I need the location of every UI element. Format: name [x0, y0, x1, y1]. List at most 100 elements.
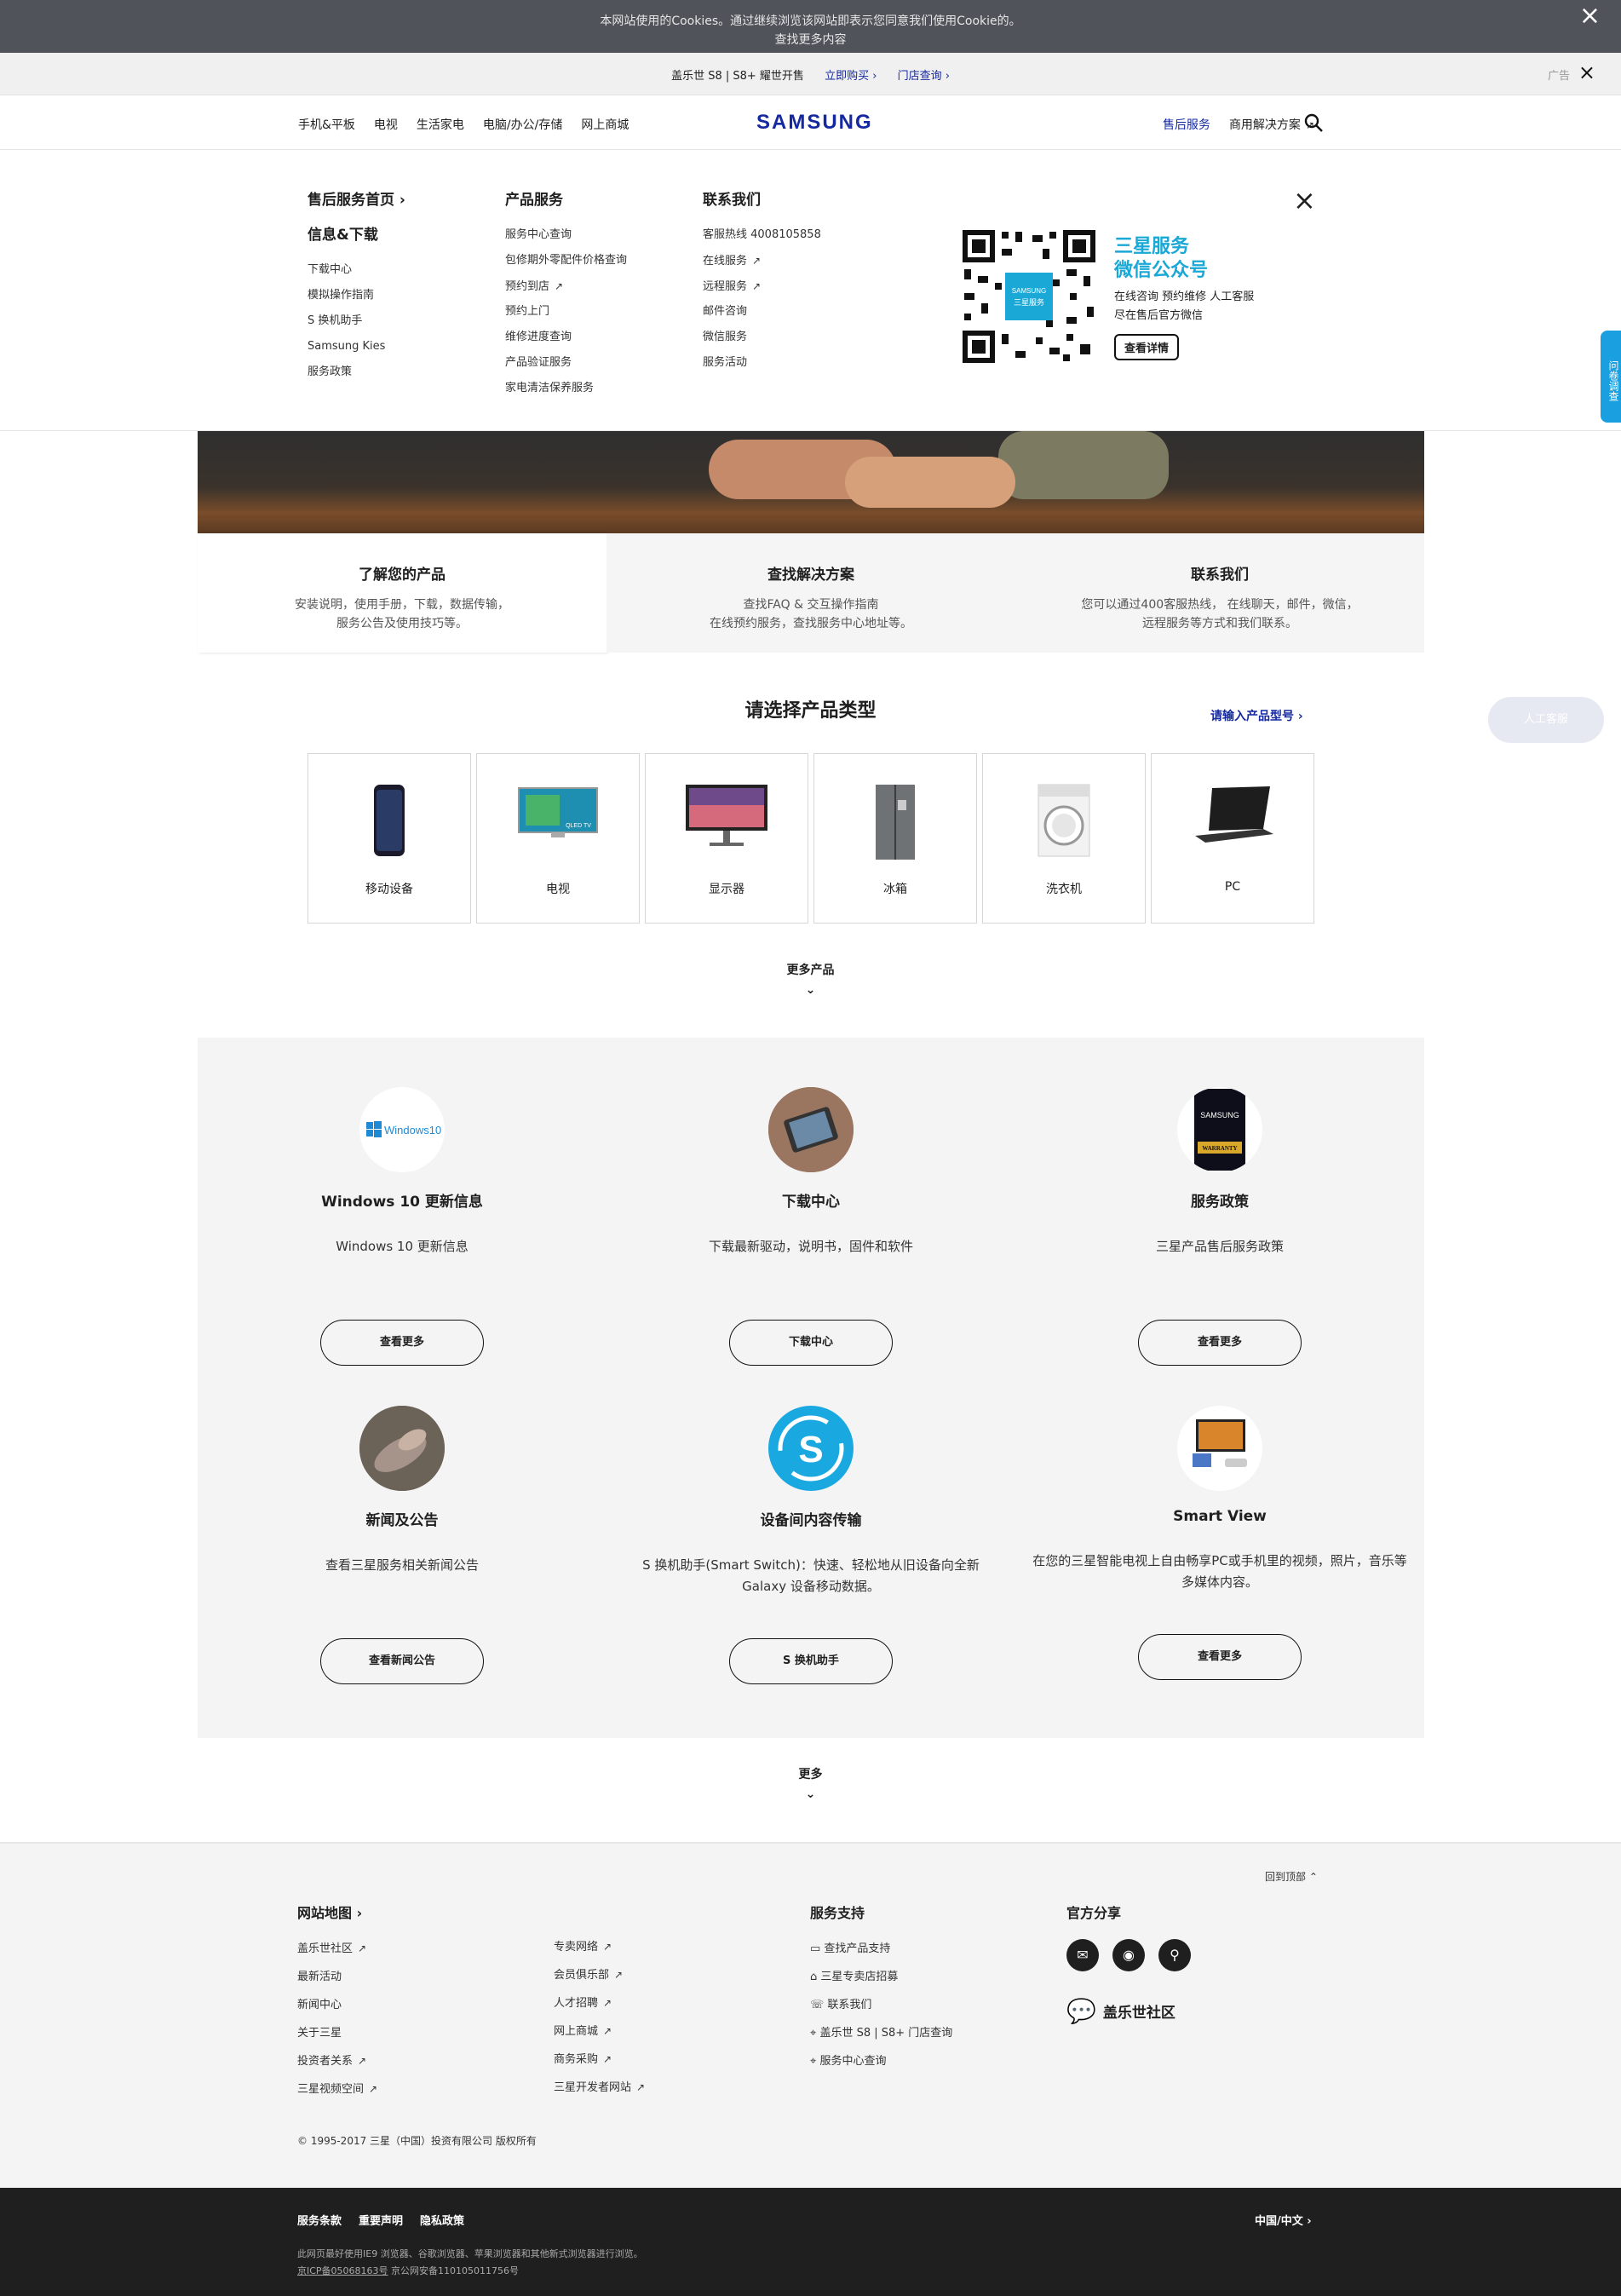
nav-item-appliances[interactable]: 生活家电: [417, 116, 464, 133]
product-pc[interactable]: PC: [1151, 753, 1314, 924]
support-home-link[interactable]: 售后服务首页 ›: [308, 187, 405, 209]
menu-heading: 产品服务: [505, 192, 563, 209]
sitemap-link[interactable]: 网站地图 ›: [297, 1902, 377, 1922]
view-more-button[interactable]: 查看更多: [1138, 1320, 1302, 1366]
menu-item[interactable]: 服务活动: [703, 350, 821, 376]
copyright: © 1995-2017 三星（中国）投资有限公司 版权所有: [297, 2135, 537, 2147]
product-grid: 移动设备 QLED TV 电视 显示器 冰箱 洗衣机 PC: [308, 753, 1314, 924]
footer-link[interactable]: 关于三星: [297, 2023, 377, 2051]
menu-item[interactable]: 产品验证服务: [505, 350, 627, 376]
laptop-icon: [1195, 786, 1273, 843]
region-selector[interactable]: 中国/中文 ›: [1255, 2212, 1312, 2228]
footer-link[interactable]: 新闻中心: [297, 1995, 377, 2023]
galaxy-community-link[interactable]: 💬 盖乐世社区: [1066, 1997, 1191, 2025]
footer-link[interactable]: 商务采购 ↗: [554, 2050, 645, 2078]
menu-item[interactable]: 服务中心查询: [505, 222, 627, 248]
nav-item-business[interactable]: 商用解决方案 ↗: [1229, 116, 1314, 153]
external-link-icon: ↗: [603, 2053, 612, 2065]
download-center-button[interactable]: 下载中心: [729, 1320, 893, 1366]
promo-store-link[interactable]: 门店查询 ›: [898, 70, 950, 83]
footer-link[interactable]: 三星视频空间 ↗: [297, 2080, 377, 2108]
smart-view-icon: [1177, 1406, 1262, 1491]
view-more-button[interactable]: 查看更多: [1138, 1634, 1302, 1680]
menu-item[interactable]: 服务政策: [308, 360, 405, 385]
footer-link[interactable]: 盖乐世社区 ↗: [297, 1939, 377, 1967]
disclaimer-link[interactable]: 重要声明: [359, 2212, 403, 2228]
wechat-details-button[interactable]: 查看详情: [1114, 334, 1180, 360]
product-tv[interactable]: QLED TV 电视: [476, 753, 640, 924]
menu-item[interactable]: 模拟操作指南: [308, 283, 405, 308]
nav-item-support[interactable]: 售后服务: [1162, 116, 1210, 153]
menu-item[interactable]: 下载中心: [308, 257, 405, 283]
wechat-icon[interactable]: ✉: [1066, 1939, 1099, 1971]
footer-link[interactable]: 三星开发者网站 ↗: [554, 2078, 645, 2106]
tab-contact[interactable]: 联系我们 您可以通过400客服热线， 在线聊天，邮件，微信， 远程服务等方式和我…: [1015, 533, 1424, 653]
footer-link[interactable]: 专卖网络 ↗: [554, 1937, 645, 1965]
footer-link[interactable]: ⌖ 盖乐世 S8 | S8+ 门店查询: [810, 2023, 952, 2051]
product-monitor[interactable]: 显示器: [645, 753, 808, 924]
tab-know-product[interactable]: 了解您的产品 安装说明，使用手册，下载，数据传输， 服务公告及使用技巧等。: [198, 533, 606, 653]
live-chat-button[interactable]: 人工客服: [1488, 697, 1604, 743]
icp-link[interactable]: 京ICP备05068163号: [297, 2265, 388, 2276]
terms-link[interactable]: 服务条款: [297, 2212, 342, 2228]
footer-link[interactable]: ☏ 联系我们: [810, 1995, 952, 2023]
close-icon[interactable]: ×: [1579, 3, 1601, 29]
menu-item[interactable]: Samsung Kies: [308, 334, 405, 360]
menu-item[interactable]: S 换机助手: [308, 308, 405, 334]
menu-item[interactable]: 远程服务 ↗: [703, 273, 821, 299]
menu-item[interactable]: 微信服务: [703, 325, 821, 350]
tab-find-solution[interactable]: 查找解决方案 查找FAQ & 交互操作指南 在线预约服务，查找服务中心地址等。: [606, 533, 1015, 653]
menu-item[interactable]: 在线服务 ↗: [703, 248, 821, 273]
footer-link[interactable]: 投资者关系 ↗: [297, 2051, 377, 2080]
menu-item[interactable]: 维修进度查询: [505, 325, 627, 350]
product-washer[interactable]: 洗衣机: [982, 753, 1146, 924]
menu-item[interactable]: 邮件咨询: [703, 299, 821, 325]
phone-icon: ☏: [810, 1999, 828, 2011]
menu-item[interactable]: 预约上门: [505, 299, 627, 325]
location-pin-icon: ⌖: [810, 2027, 820, 2040]
menu-item[interactable]: 包修期外零配件价格查询: [505, 248, 627, 273]
back-to-top-link[interactable]: 回到顶部 ⌃: [1265, 1869, 1318, 1884]
weibo-icon[interactable]: ◉: [1112, 1939, 1145, 1971]
card-title: 服务政策: [1191, 1194, 1249, 1211]
model-search-link[interactable]: 请输入产品型号 ›: [1210, 707, 1303, 724]
more-link[interactable]: 更多 ⌄: [0, 1765, 1621, 1801]
monitor-icon: ▭: [810, 1942, 825, 1955]
smart-switch-button[interactable]: S 换机助手: [729, 1638, 893, 1684]
cookie-more-link[interactable]: 查找更多内容: [0, 31, 1621, 49]
view-news-button[interactable]: 查看新闻公告: [320, 1638, 484, 1684]
external-link-icon: ↗: [358, 2055, 367, 2067]
survey-tab[interactable]: 问卷调查: [1601, 331, 1621, 423]
search-community-icon[interactable]: ⚲: [1158, 1939, 1191, 1971]
hero-sleeve: [998, 431, 1169, 499]
footer-link[interactable]: ⌖ 服务中心查询: [810, 2051, 952, 2080]
view-more-button[interactable]: 查看更多: [320, 1320, 484, 1366]
external-link-icon: ↗: [369, 2083, 378, 2095]
nav-item-tv[interactable]: 电视: [374, 116, 398, 133]
external-link-icon: ↗: [752, 255, 762, 267]
product-fridge[interactable]: 冰箱: [813, 753, 977, 924]
product-mobile[interactable]: 移动设备: [308, 753, 471, 924]
menu-column-contact: 联系我们 客服热线 4008105858 在线服务 ↗ 远程服务 ↗ 邮件咨询 微信…: [703, 187, 821, 376]
footer-link[interactable]: ⌂ 三星专卖店招募: [810, 1967, 952, 1995]
privacy-link[interactable]: 隐私政策: [420, 2212, 464, 2228]
footer-link[interactable]: 网上商城 ↗: [554, 2022, 645, 2050]
svg-text:Windows10: Windows10: [384, 1124, 441, 1136]
nav-item-mobile[interactable]: 手机&平板: [298, 116, 355, 133]
menu-item[interactable]: 客服热线 4008105858: [703, 222, 821, 248]
footer-link[interactable]: 最新活动: [297, 1967, 377, 1995]
search-icon[interactable]: [1302, 112, 1325, 134]
menu-item[interactable]: 家电清洁保养服务: [505, 376, 627, 401]
menu-item[interactable]: 预约到店 ↗: [505, 273, 627, 299]
browser-note: 此网页最好使用IE9 浏览器、谷歌浏览器、苹果浏览器和其他新式浏览器进行浏览。 …: [297, 2248, 643, 2276]
close-icon[interactable]: ×: [1578, 60, 1595, 84]
samsung-logo[interactable]: SAMSUNG: [756, 111, 873, 135]
footer-link[interactable]: 人才招聘 ↗: [554, 1994, 645, 2022]
nav-item-pc[interactable]: 电脑/办公/存储: [483, 116, 562, 133]
more-products-link[interactable]: 更多产品 ⌄: [0, 961, 1621, 997]
nav-item-shop[interactable]: 网上商城: [581, 116, 629, 133]
footer-link[interactable]: ▭ 查找产品支持: [810, 1939, 952, 1967]
promo-buy-link[interactable]: 立即购买 ›: [825, 70, 877, 83]
close-icon[interactable]: ×: [1293, 184, 1316, 216]
footer-link[interactable]: 会员俱乐部 ↗: [554, 1965, 645, 1994]
